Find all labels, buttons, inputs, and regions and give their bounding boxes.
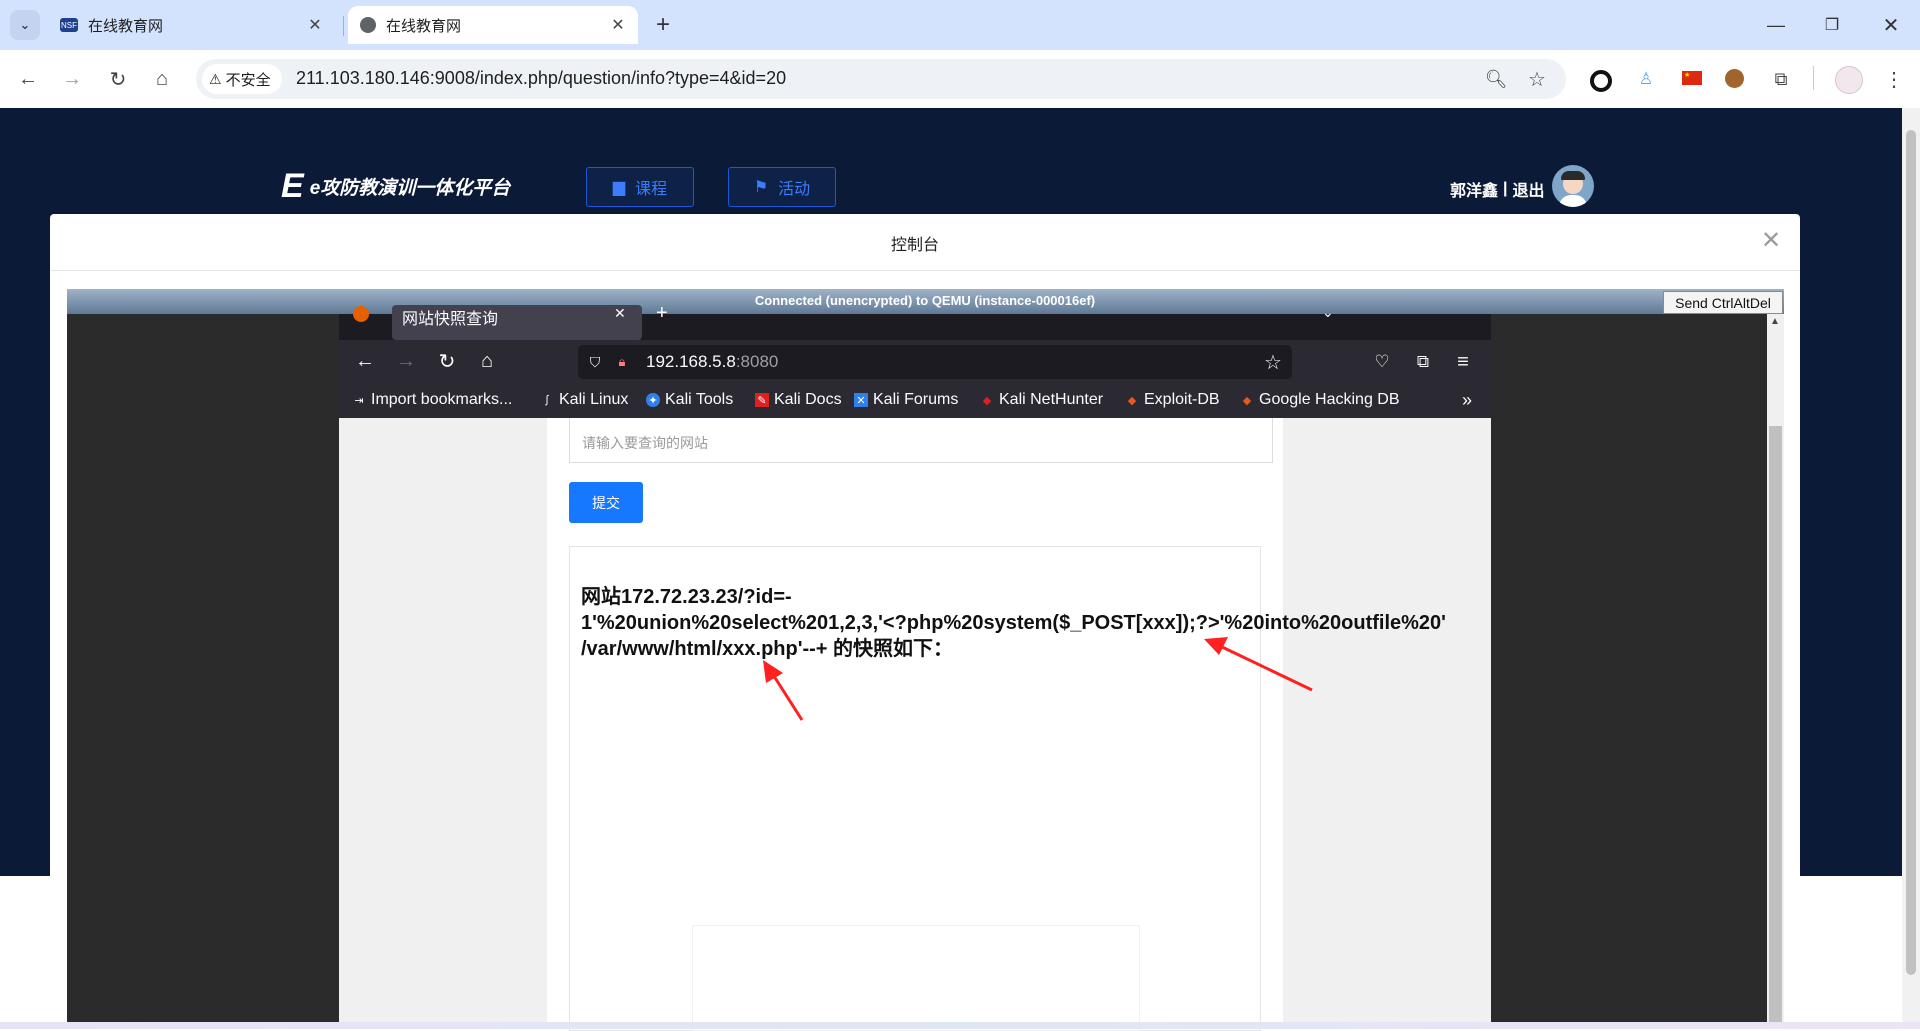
- annotation-arrows: [763, 637, 1313, 721]
- annotation-arrow-right: [1204, 637, 1313, 692]
- annotation-arrow-left: [763, 660, 804, 721]
- taskbar-strip: [0, 1022, 1920, 1029]
